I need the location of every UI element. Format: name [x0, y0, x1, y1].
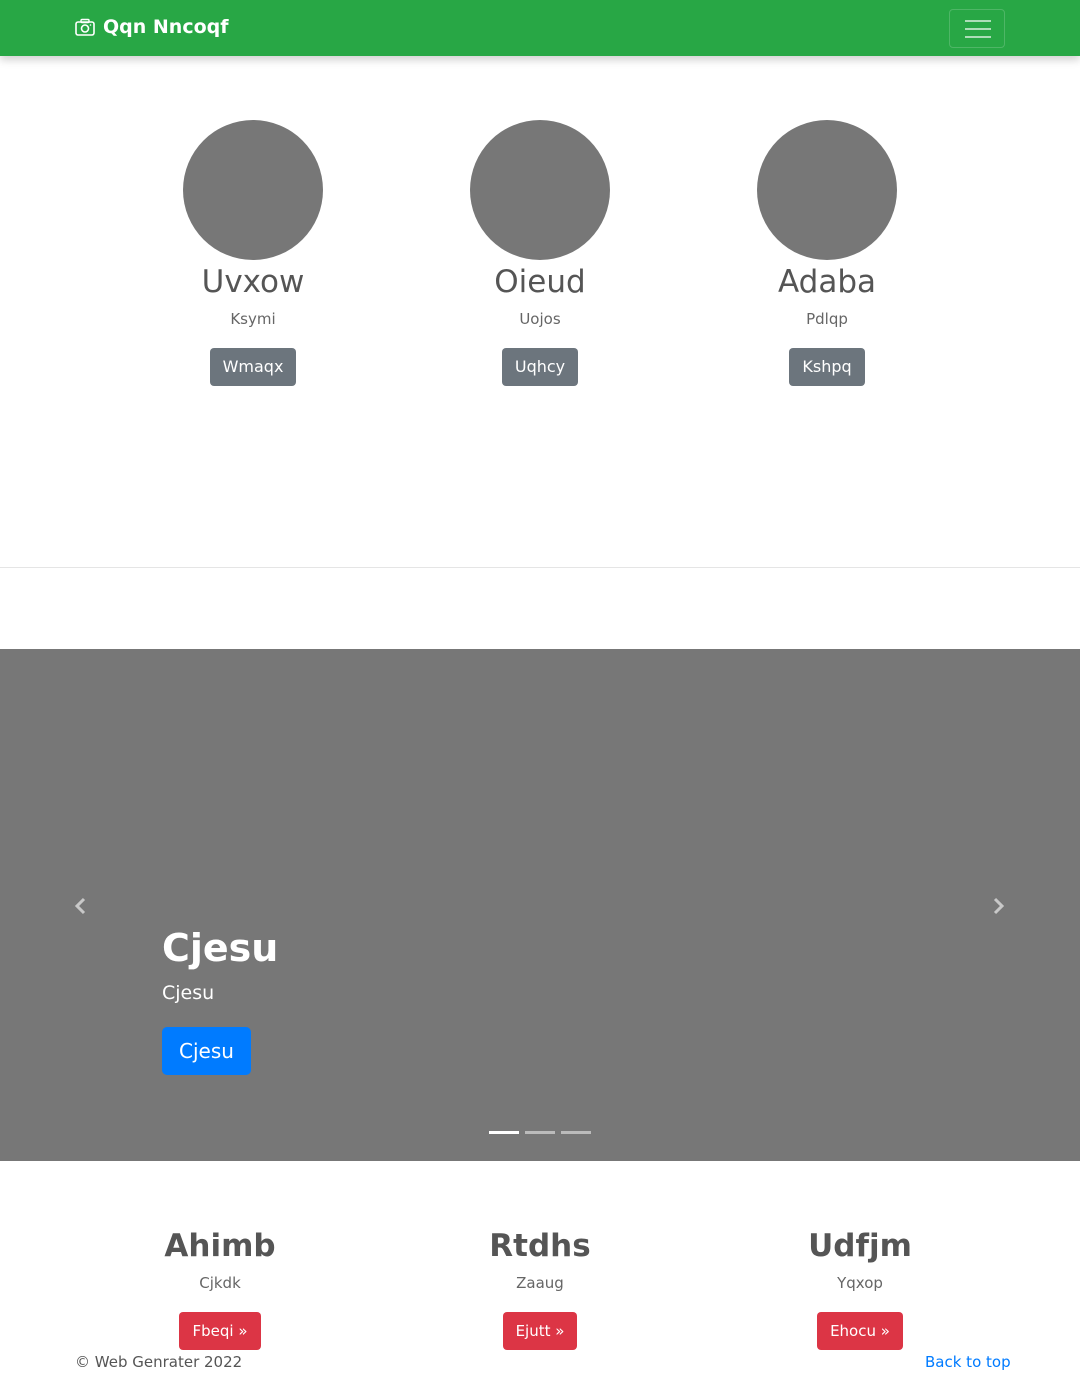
carousel-next-button[interactable] [988, 896, 1008, 916]
carousel-prev-button[interactable] [71, 896, 91, 916]
profile-button[interactable]: Uqhcy [501, 348, 579, 386]
top-navbar: Qqn Nncoqf [0, 0, 1080, 56]
carousel-indicators [489, 1131, 597, 1134]
avatar [470, 120, 610, 260]
feature-subtitle: Zaaug [516, 1274, 564, 1292]
profile-card: Uvxow Ksymi Wmaqx [153, 120, 353, 386]
profile-name: Oieud [494, 264, 586, 300]
back-to-top-link[interactable]: Back to top [925, 1353, 1011, 1371]
feature-subtitle: Cjkdk [199, 1274, 241, 1292]
avatar [183, 120, 323, 260]
profile-card: Adaba Pdlqp Kshpq [727, 120, 927, 386]
chevron-right-icon [988, 897, 1008, 920]
carousel-indicator-3[interactable] [561, 1131, 591, 1134]
feature-column: Ahimb Cjkdk Fbeqi » [100, 1226, 340, 1350]
profile-button[interactable]: Wmaqx [209, 348, 297, 386]
profile-subtitle: Pdlqp [806, 310, 848, 328]
profile-subtitle: Uojos [519, 310, 561, 328]
profile-name: Uvxow [201, 264, 305, 300]
footer-copyright: © Web Genrater 2022 [75, 1353, 243, 1371]
chevron-left-icon [71, 897, 91, 920]
carousel-button[interactable]: Cjesu [162, 1027, 251, 1075]
feature-button[interactable]: Fbeqi » [179, 1312, 261, 1350]
carousel-caption: Cjesu Cjesu Cjesu [162, 925, 278, 1075]
feature-column: Udfjm Yqxop Ehocu » [740, 1226, 980, 1350]
carousel: Cjesu Cjesu Cjesu [0, 649, 1080, 1161]
profile-name: Adaba [777, 264, 876, 300]
feature-title: Rtdhs [489, 1228, 591, 1264]
camera-icon [75, 18, 95, 36]
brand-link[interactable]: Qqn Nncoqf [75, 16, 229, 38]
carousel-title: Cjesu [162, 926, 279, 970]
carousel-indicator-1[interactable] [489, 1131, 519, 1134]
feature-title: Ahimb [164, 1228, 276, 1264]
feature-subtitle: Yqxop [837, 1274, 883, 1292]
profile-subtitle: Ksymi [230, 310, 276, 328]
navbar-toggler-button[interactable] [949, 9, 1005, 48]
avatar [757, 120, 897, 260]
feature-column: Rtdhs Zaaug Ejutt » [420, 1226, 660, 1350]
brand-text: Qqn Nncoqf [103, 16, 229, 38]
feature-title: Udfjm [808, 1228, 912, 1264]
profile-button[interactable]: Kshpq [789, 348, 865, 386]
feature-button[interactable]: Ehocu » [817, 1312, 903, 1350]
section-divider [0, 567, 1080, 568]
feature-button[interactable]: Ejutt » [502, 1312, 578, 1350]
carousel-indicator-2[interactable] [525, 1131, 555, 1134]
profile-card: Oieud Uojos Uqhcy [440, 120, 640, 386]
carousel-text: Cjesu [162, 982, 215, 1004]
